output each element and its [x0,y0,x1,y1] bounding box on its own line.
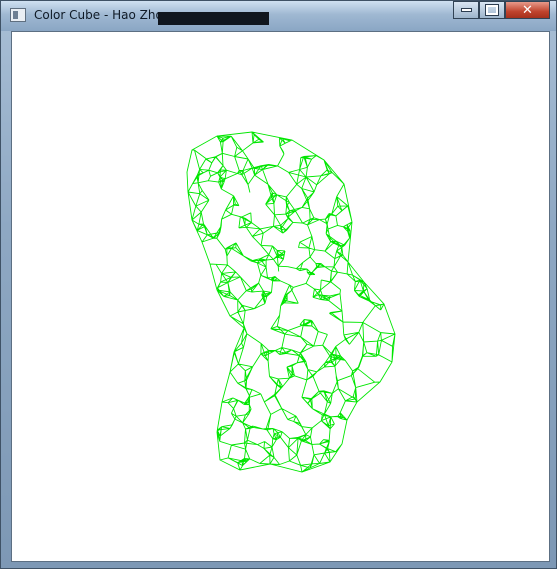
titlebar-background-shade [158,12,269,25]
minimize-button[interactable] [453,1,479,19]
close-button[interactable]: ✕ [505,1,550,19]
window-controls: ✕ [453,1,550,21]
render-viewport[interactable] [11,31,550,562]
close-icon: ✕ [522,2,533,18]
wireframe-canvas [186,131,396,473]
window-title: Color Cube - Hao Zhou [34,8,171,22]
title-bar[interactable]: Color Cube - Hao Zhou ✕ [1,1,556,31]
app-window: Color Cube - Hao Zhou ✕ [0,0,557,569]
maximize-button[interactable] [479,1,505,19]
wireframe-bust-model [186,131,396,473]
mesh-edges [186,131,396,473]
app-icon[interactable] [10,8,26,22]
